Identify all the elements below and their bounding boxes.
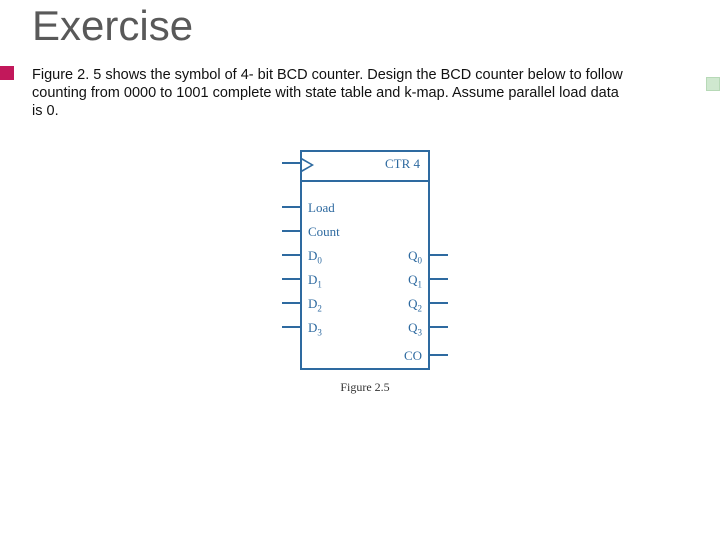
- lead-load: [282, 206, 300, 208]
- signal-d3: D3: [308, 320, 322, 338]
- ctr-label: CTR 4: [385, 156, 420, 172]
- box-divider: [302, 180, 428, 182]
- figure-caption: Figure 2.5: [300, 380, 430, 395]
- signal-d2: D2: [308, 296, 322, 314]
- signal-co: CO: [404, 348, 422, 364]
- figure-container: CTR 4 Load Count D0 D1 D2 D3 Q0 Q1 Q2 Q3…: [260, 150, 460, 395]
- lead-q1: [430, 278, 448, 280]
- lead-q0: [430, 254, 448, 256]
- lead-q3: [430, 326, 448, 328]
- signal-q0: Q0: [408, 248, 422, 266]
- accent-marker-right: [706, 77, 720, 91]
- lead-d3: [282, 326, 300, 328]
- signal-q3: Q3: [408, 320, 422, 338]
- clock-triangle-icon: [302, 158, 314, 172]
- accent-marker-left: [0, 66, 14, 80]
- lead-co: [430, 354, 448, 356]
- page-title: Exercise: [32, 2, 193, 50]
- signal-q2: Q2: [408, 296, 422, 314]
- signal-d0: D0: [308, 248, 322, 266]
- lead-q2: [430, 302, 448, 304]
- lead-count: [282, 230, 300, 232]
- signal-count: Count: [308, 224, 340, 240]
- counter-symbol-box: CTR 4 Load Count D0 D1 D2 D3 Q0 Q1 Q2 Q3…: [300, 150, 430, 370]
- lead-clock: [282, 162, 300, 164]
- signal-q1: Q1: [408, 272, 422, 290]
- exercise-prompt: Figure 2. 5 shows the symbol of 4- bit B…: [32, 66, 632, 120]
- signal-load: Load: [308, 200, 335, 216]
- lead-d2: [282, 302, 300, 304]
- signal-d1: D1: [308, 272, 322, 290]
- lead-d1: [282, 278, 300, 280]
- lead-d0: [282, 254, 300, 256]
